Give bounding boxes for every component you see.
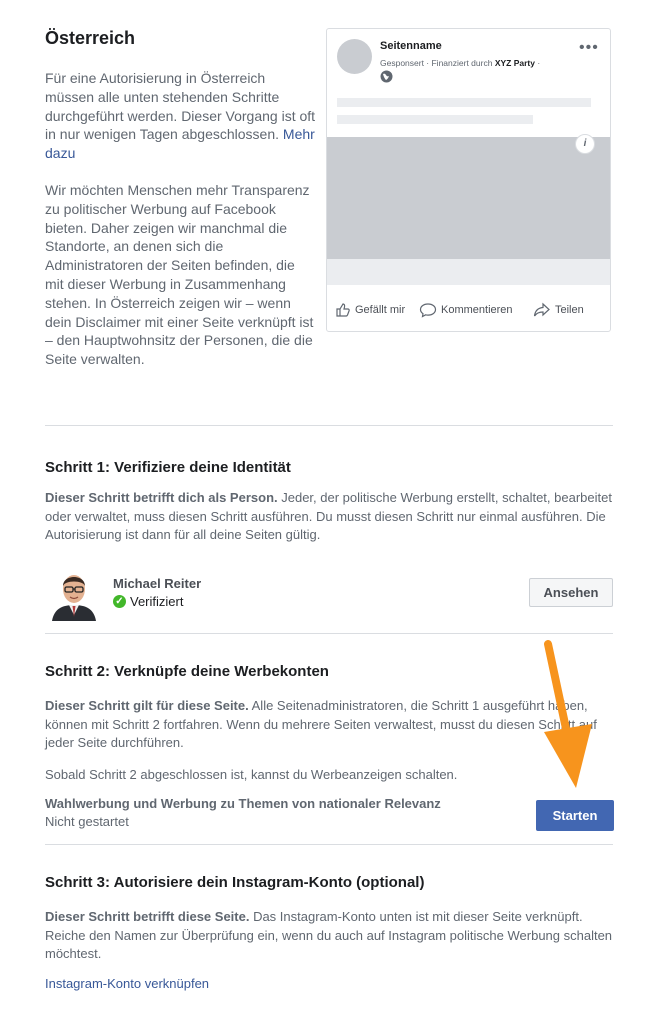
like-icon — [336, 303, 350, 317]
view-button[interactable]: Ansehen — [529, 578, 613, 607]
avatar — [50, 565, 98, 621]
step3-heading: Schritt 3: Autorisiere dein Instagram-Ko… — [45, 874, 425, 891]
globe-icon — [380, 70, 393, 83]
preview-sponsored-line: Gesponsert · Finanziert durch XYZ Party … — [380, 58, 541, 68]
preview-actions: Gefällt mir Kommentieren Teilen — [333, 298, 608, 322]
ad-preview: Seitenname Gesponsert · Finanziert durch… — [326, 28, 611, 332]
more-options-icon[interactable]: ••• — [579, 40, 599, 57]
share-action: Teilen — [533, 298, 584, 322]
step3-description: Dieser Schritt betrifft diese Seite. Das… — [45, 909, 613, 961]
share-icon — [533, 302, 550, 317]
ad-category-status: Nicht gestartet — [45, 814, 129, 829]
divider — [45, 425, 613, 426]
like-action: Gefällt mir — [335, 298, 405, 322]
start-button[interactable]: Starten — [536, 800, 614, 831]
step2-heading: Schritt 2: Verknüpfe deine Werbekonten — [45, 663, 329, 680]
comment-action: Kommentieren — [419, 298, 513, 322]
step1-heading: Schritt 1: Verifiziere deine Identität — [45, 459, 291, 476]
divider — [45, 844, 613, 845]
caption-placeholder — [327, 259, 610, 285]
intro-paragraph-1: Für eine Autorisierung in Österreich müs… — [45, 70, 316, 143]
comment-icon — [419, 303, 437, 318]
info-icon[interactable]: i — [575, 134, 595, 154]
text-placeholder — [337, 115, 533, 124]
check-circle-icon: ✓ — [113, 595, 126, 608]
image-placeholder — [327, 137, 610, 259]
preview-page-name: Seitenname — [380, 40, 442, 52]
step2-note: Sobald Schritt 2 abgeschlossen ist, kann… — [45, 767, 458, 782]
step1-description: Dieser Schritt betrifft dich als Person.… — [45, 490, 612, 542]
intro-text: Für eine Autorisierung in Österreich müs… — [45, 69, 317, 387]
text-placeholder — [337, 98, 591, 107]
divider — [45, 633, 613, 634]
user-name: Michael Reiter — [113, 576, 202, 591]
step2-description: Dieser Schritt gilt für diese Seite. All… — [45, 698, 597, 750]
arrow-annotation-icon — [544, 640, 592, 788]
status-badge: ✓ Verifiziert — [113, 594, 183, 609]
page-title: Österreich — [45, 28, 136, 48]
ad-category-title: Wahlwerbung und Werbung zu Themen von na… — [45, 796, 441, 811]
intro-paragraph-2: Wir möchten Menschen mehr Transparenz zu… — [45, 181, 314, 368]
link-instagram-account[interactable]: Instagram-Konto verknüpfen — [45, 976, 209, 991]
page-avatar-placeholder — [337, 39, 372, 74]
